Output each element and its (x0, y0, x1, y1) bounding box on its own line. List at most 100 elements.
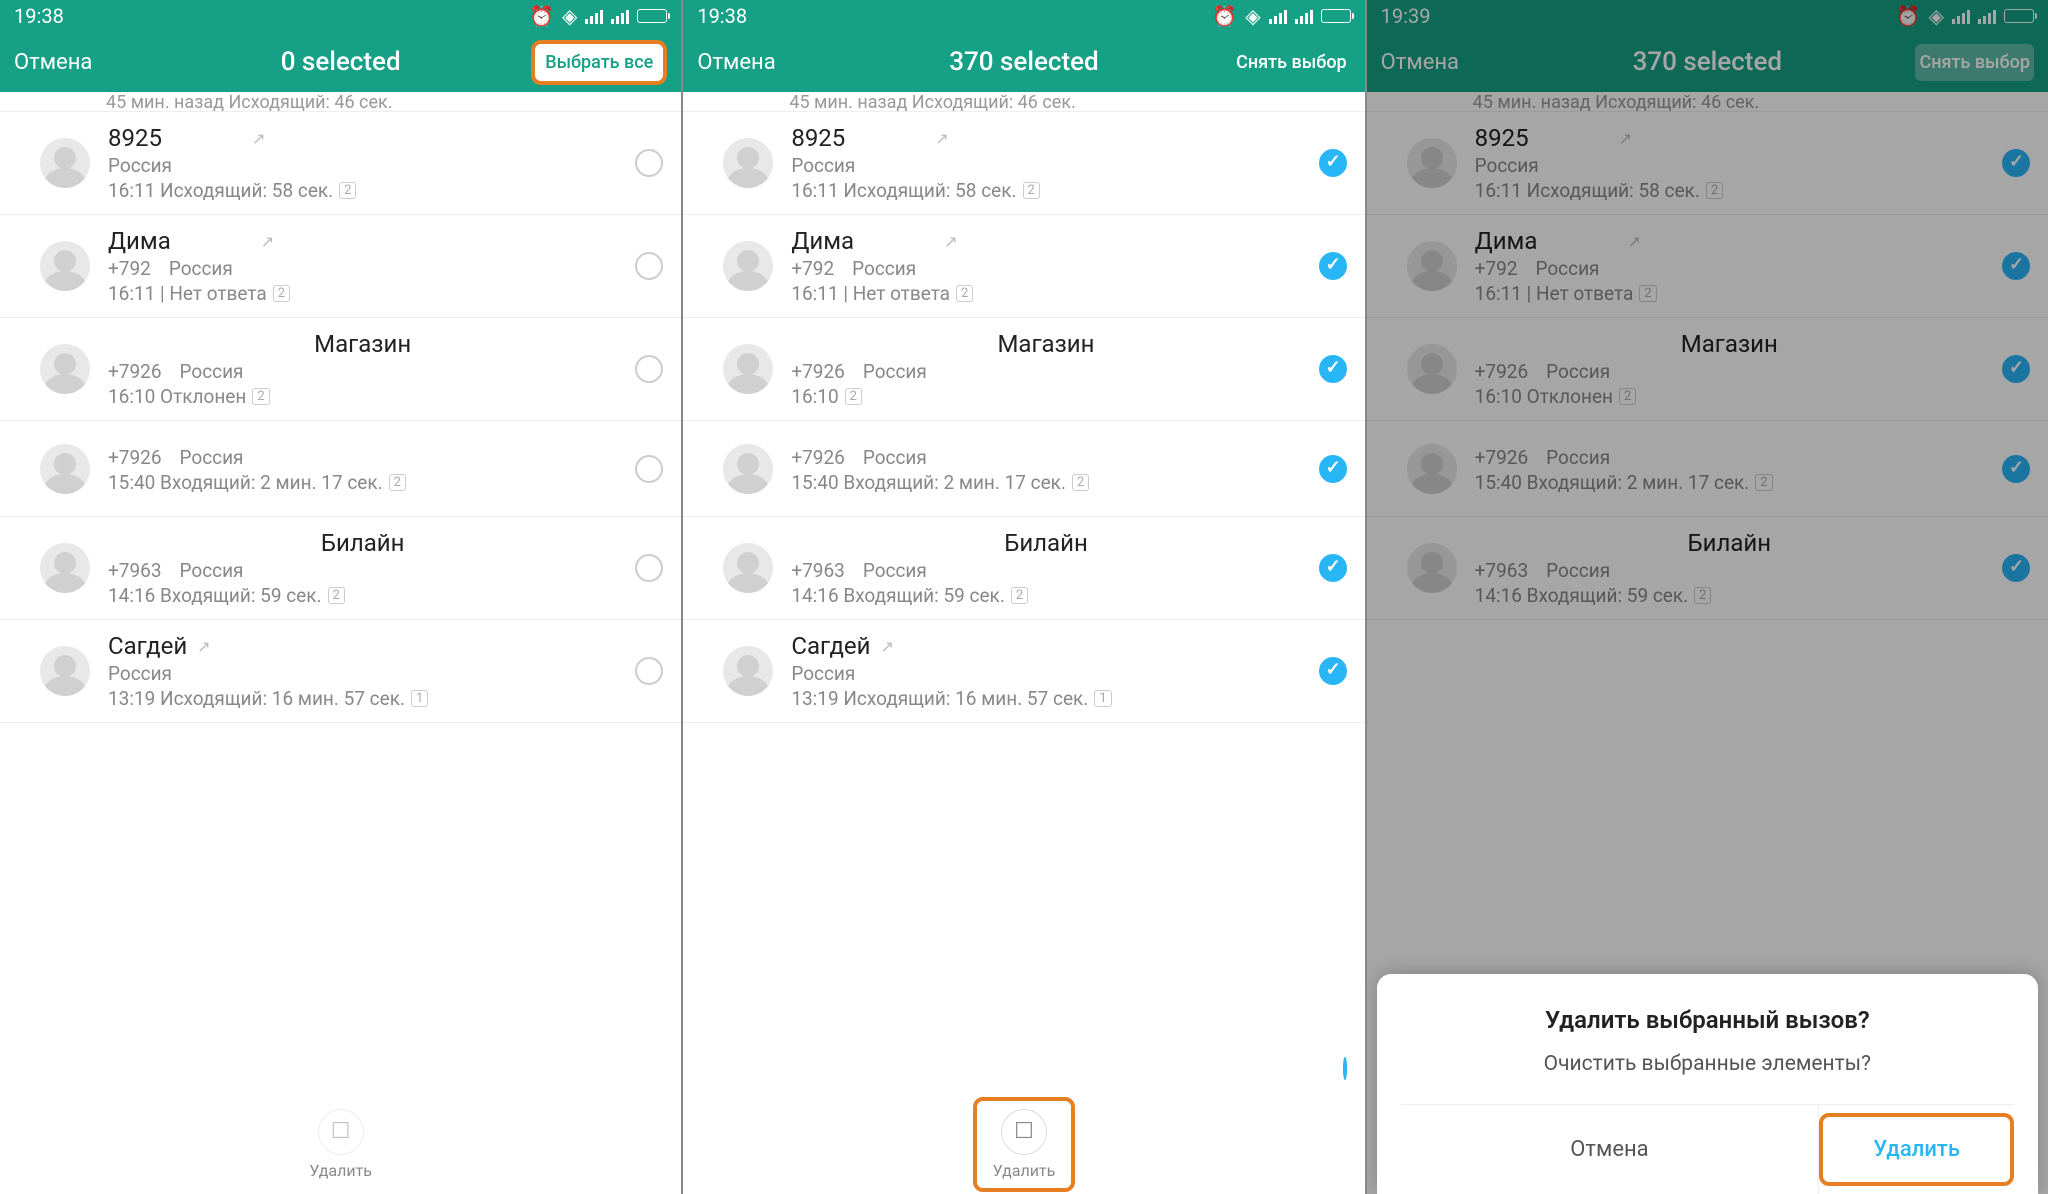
entry-detail: 16:11 Исходящий: 58 сек. 2 (791, 179, 1300, 202)
checkbox[interactable] (2002, 455, 2030, 483)
entry-detail: 15:40 Входящий: 2 мин. 17 сек. 2 (1475, 471, 1984, 494)
battery-icon (2004, 9, 2034, 23)
select-all-button[interactable]: Выбрать все (531, 40, 667, 85)
avatar (723, 344, 773, 394)
checkbox[interactable] (2002, 355, 2030, 383)
dialog-confirm-button[interactable]: Удалить (1853, 1123, 1980, 1176)
avatar (40, 241, 90, 291)
avatar (40, 646, 90, 696)
call-entry[interactable]: Дима↗ +792Россия 16:11 | Нет ответа 2 (683, 215, 1364, 318)
avatar (40, 138, 90, 188)
call-list[interactable]: 8925↗ Россия 16:11 Исходящий: 58 сек. 2 … (683, 112, 1364, 1043)
status-icons: ⏰ ◈ (1896, 4, 2034, 28)
call-entry[interactable]: Билайн +7963Россия 14:16 Входящий: 59 се… (683, 517, 1364, 620)
call-entry[interactable]: Сагдей ↗ Россия 13:19 Исходящий: 16 мин.… (0, 620, 681, 723)
call-info: 16:10 Отклонен (1475, 385, 1613, 408)
count-badge: 2 (1706, 182, 1723, 199)
phone-screen-3: 19:39 ⏰ ◈ Отмена 370 selected Снять выбо… (1367, 0, 2048, 1194)
call-entry[interactable]: Билайн +7963Россия 14:16 Входящий: 59 се… (1367, 517, 2048, 620)
checkbox[interactable] (635, 657, 663, 685)
phone-number: +7926 (108, 360, 162, 383)
country: Россия (1546, 446, 1610, 469)
call-info: 13:19 Исходящий: 16 мин. 57 сек. (791, 687, 1088, 710)
entry-detail: 16:10 2 (791, 385, 1300, 408)
cancel-button[interactable]: Отмена (14, 50, 92, 75)
entry-content: 8925↗ Россия 16:11 Исходящий: 58 сек. 2 (108, 124, 617, 202)
call-info: 16:10 (791, 385, 838, 408)
checkbox[interactable] (1319, 554, 1347, 582)
count-badge: 1 (411, 690, 428, 707)
entry-detail: 13:19 Исходящий: 16 мин. 57 сек. 1 (108, 687, 617, 710)
checkbox[interactable] (2002, 149, 2030, 177)
deselect-all-button[interactable]: Снять выбор (1232, 44, 1351, 81)
call-info: 13:19 Исходящий: 16 мин. 57 сек. (108, 687, 405, 710)
checkbox[interactable] (1319, 455, 1347, 483)
call-entry[interactable]: +7926Россия 15:40 Входящий: 2 мин. 17 се… (1367, 421, 2048, 517)
checkbox[interactable] (2002, 252, 2030, 280)
call-entry[interactable]: 8925↗ Россия 16:11 Исходящий: 58 сек. 2 (0, 112, 681, 215)
signal-icon (1952, 8, 1970, 24)
status-bar: 19:38 ⏰ ◈ (0, 0, 681, 32)
selection-count: 370 selected (1633, 47, 1782, 77)
cancel-button[interactable]: Отмена (1381, 50, 1459, 75)
avatar (723, 138, 773, 188)
phone-number: Россия (1475, 154, 1539, 177)
checkbox[interactable] (1319, 657, 1347, 685)
dialog-message: Очистить выбранные элементы? (1401, 1052, 2014, 1076)
call-entry[interactable]: Магазин +7926Россия 16:10 Отклонен 2 (0, 318, 681, 421)
entry-sub: +7963Россия (108, 559, 617, 582)
checkbox[interactable] (635, 252, 663, 280)
avatar (40, 344, 90, 394)
checkbox[interactable] (635, 554, 663, 582)
cancel-button[interactable]: Отмена (697, 50, 775, 75)
dialog-cancel-button[interactable]: Отмена (1401, 1105, 1820, 1194)
call-entry[interactable]: Билайн +7963Россия 14:16 Входящий: 59 се… (0, 517, 681, 620)
country: Россия (1546, 559, 1610, 582)
call-entry[interactable]: Сагдей ↗ Россия 13:19 Исходящий: 16 мин.… (683, 620, 1364, 723)
phone-number: +7963 (791, 559, 845, 582)
alarm-icon: ⏰ (1896, 4, 1921, 28)
selection-count: 370 selected (949, 47, 1098, 77)
count-badge: 2 (1619, 388, 1636, 405)
entry-content: +7926Россия 15:40 Входящий: 2 мин. 17 се… (108, 444, 617, 494)
checkbox[interactable] (1319, 252, 1347, 280)
call-entry[interactable]: 8925↗ Россия 16:11 Исходящий: 58 сек. 2 (683, 112, 1364, 215)
entry-content: Магазин +7926Россия 16:10 Отклонен 2 (108, 330, 617, 408)
avatar (40, 543, 90, 593)
call-entry[interactable]: Дима↗ +792Россия 16:11 | Нет ответа 2 (1367, 215, 2048, 318)
contact-name: Дима↗ (108, 227, 617, 255)
delete-button[interactable]: ☐ (1001, 1109, 1047, 1155)
call-entry[interactable]: +7926Россия 15:40 Входящий: 2 мин. 17 се… (683, 421, 1364, 517)
delete-dialog: Удалить выбранный вызов? Очистить выбран… (1377, 974, 2038, 1194)
checkbox[interactable] (635, 455, 663, 483)
checkbox[interactable] (635, 355, 663, 383)
country: Россия (180, 360, 244, 383)
call-entry[interactable]: Магазин +7926Россия 16:10 2 (683, 318, 1364, 421)
entry-detail: 16:11 | Нет ответа 2 (108, 282, 617, 305)
country: Россия (863, 446, 927, 469)
signal-icon (585, 8, 603, 24)
call-entry[interactable]: Дима↗ +792Россия 16:11 | Нет ответа 2 (0, 215, 681, 318)
delete-button-wrap: ☐ Удалить (973, 1097, 1076, 1192)
checkbox[interactable] (1343, 1057, 1347, 1080)
call-entry[interactable]: 8925↗ Россия 16:11 Исходящий: 58 сек. 2 (1367, 112, 2048, 215)
contact-name: Магазин (791, 330, 1300, 358)
deselect-all-button[interactable]: Снять выбор (1915, 44, 2034, 81)
checkbox[interactable] (1319, 355, 1347, 383)
checkbox[interactable] (1319, 149, 1347, 177)
call-entry[interactable]: Магазин +7926Россия 16:10 Отклонен 2 (1367, 318, 2048, 421)
avatar (1407, 543, 1457, 593)
contact-name: Магазин (108, 330, 617, 358)
checkbox[interactable] (2002, 554, 2030, 582)
outgoing-arrow-icon: ↗ (197, 637, 210, 656)
count-badge: 2 (328, 587, 345, 604)
contact-name: Билайн (791, 529, 1300, 557)
entry-sub: +7926Россия (791, 446, 1300, 469)
contact-name: 8925↗ (791, 124, 1300, 152)
phone-number: +7963 (108, 559, 162, 582)
call-info: 16:11 Исходящий: 58 сек. (1475, 179, 1700, 202)
call-list[interactable]: 8925↗ Россия 16:11 Исходящий: 58 сек. 2 … (0, 112, 681, 1094)
call-entry[interactable]: +7926Россия 15:40 Входящий: 2 мин. 17 се… (0, 421, 681, 517)
checkbox[interactable] (635, 149, 663, 177)
call-info: 16:10 Отклонен (108, 385, 246, 408)
